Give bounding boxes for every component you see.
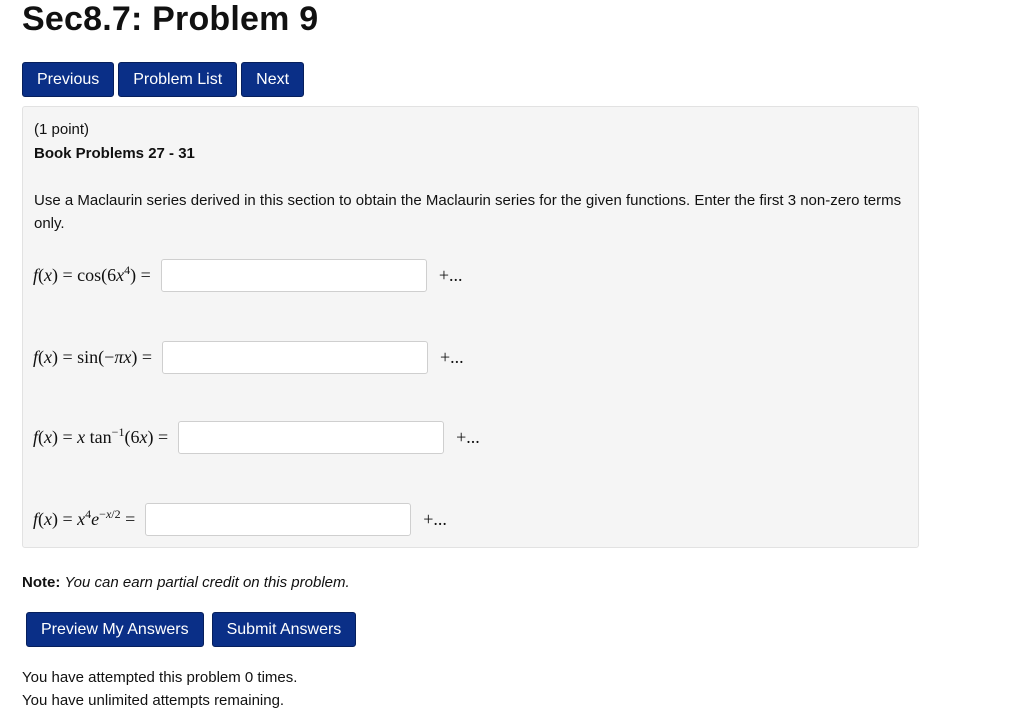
continuation-ellipsis: +... (423, 509, 447, 529)
function-sin: f(x) = sin(−πx) = (33, 347, 152, 367)
answer-input-3[interactable] (178, 421, 445, 454)
answer-input-1[interactable] (160, 259, 427, 292)
answer-input-2[interactable] (161, 341, 428, 374)
attempt-status: You have attempted this problem 0 times.… (22, 666, 297, 712)
next-button[interactable]: Next (241, 62, 305, 97)
partial-credit-note: Note: You can earn partial credit on thi… (22, 574, 350, 591)
previous-button[interactable]: Previous (22, 62, 115, 97)
book-problems-heading: Book Problems 27 - 31 (34, 145, 195, 162)
question-row-2: f(x) = sin(−πx) = +... (33, 341, 464, 374)
problem-panel: (1 point) Book Problems 27 - 31 Use a Ma… (22, 106, 919, 548)
preview-answers-button[interactable]: Preview My Answers (26, 612, 204, 647)
problem-list-button[interactable]: Problem List (118, 62, 238, 97)
submit-answers-button[interactable]: Submit Answers (211, 612, 357, 647)
continuation-ellipsis: +... (438, 265, 463, 285)
attempts-remaining-text: You have unlimited attempts remaining. (22, 692, 285, 709)
question-row-4: f(x) = x4e−x/2 = +... (33, 503, 447, 536)
problem-points: (1 point) (34, 121, 90, 138)
page-title: Sec8.7: Problem 9 (22, 0, 319, 38)
note-label: Note: (22, 574, 61, 591)
note-text: You can earn partial credit on this prob… (64, 574, 350, 591)
answer-input-4[interactable] (145, 503, 412, 536)
answer-actions: Preview My Answers Submit Answers (26, 612, 357, 647)
function-xtan-inverse: f(x) = x tan−1(6x) = (33, 425, 169, 447)
continuation-ellipsis: +... (456, 427, 480, 447)
attempted-count-text: You have attempted this problem 0 times. (22, 669, 298, 686)
question-row-1: f(x) = cos(6x4) = +... (33, 259, 462, 292)
problem-instructions: Use a Maclaurin series derived in this s… (34, 192, 902, 232)
function-x4-exp: f(x) = x4e−x/2 = (33, 507, 136, 529)
continuation-ellipsis: +... (439, 347, 464, 367)
question-row-3: f(x) = x tan−1(6x) = +... (33, 421, 480, 454)
function-cos: f(x) = cos(6x4) = (33, 263, 151, 285)
problem-nav: Previous Problem List Next (22, 62, 305, 97)
